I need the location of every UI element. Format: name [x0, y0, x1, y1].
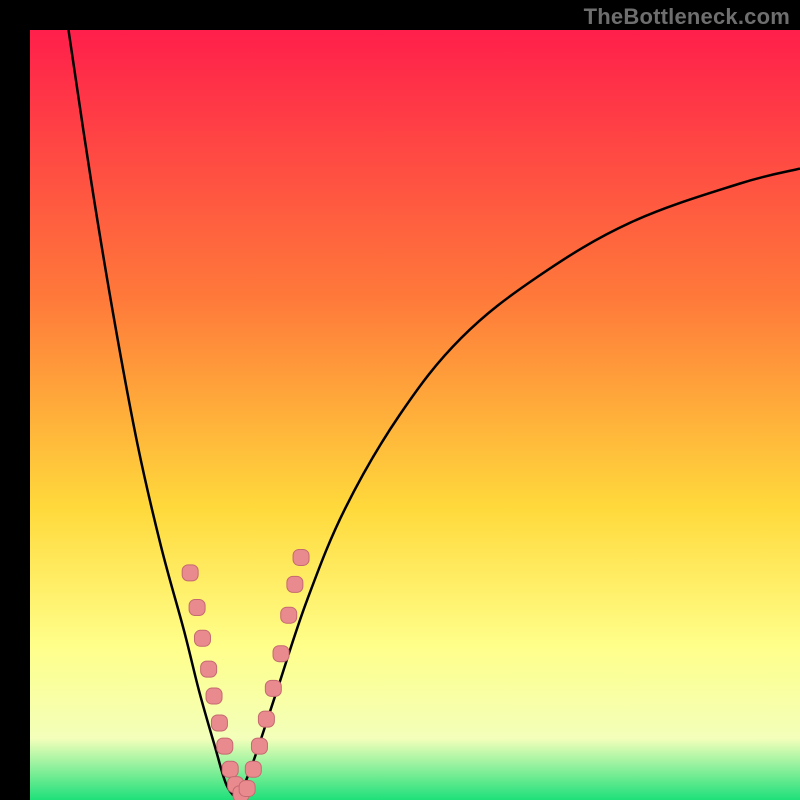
- plot-area: [30, 30, 800, 800]
- marker-point: [245, 761, 261, 777]
- chart-frame: TheBottleneck.com: [0, 0, 800, 800]
- marker-point: [293, 549, 309, 565]
- gradient-background: [30, 30, 800, 800]
- marker-point: [189, 600, 205, 616]
- marker-point: [194, 630, 210, 646]
- marker-point: [211, 715, 227, 731]
- marker-point: [287, 576, 303, 592]
- marker-point: [182, 565, 198, 581]
- marker-point: [206, 688, 222, 704]
- marker-point: [201, 661, 217, 677]
- marker-point: [251, 738, 267, 754]
- chart-svg: [30, 30, 800, 800]
- marker-point: [217, 738, 233, 754]
- marker-point: [281, 607, 297, 623]
- marker-point: [273, 646, 289, 662]
- marker-point: [239, 780, 255, 796]
- marker-point: [265, 680, 281, 696]
- marker-point: [258, 711, 274, 727]
- marker-point: [222, 761, 238, 777]
- watermark-text: TheBottleneck.com: [584, 4, 790, 30]
